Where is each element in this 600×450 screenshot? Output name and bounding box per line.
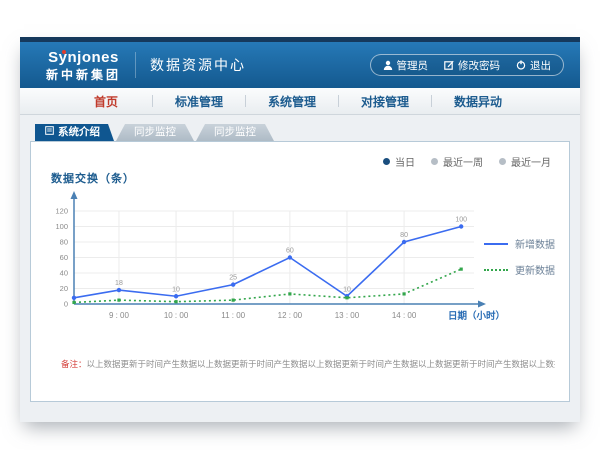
range-option-last-month[interactable]: 最近一月 (499, 154, 551, 169)
range-label: 当日 (395, 154, 415, 169)
page-title: 数据资源中心 (150, 55, 246, 75)
legend-label: 更新数据 (515, 262, 555, 277)
header-divider (135, 52, 136, 78)
range-label: 最近一月 (511, 154, 551, 169)
svg-text:18: 18 (115, 280, 123, 287)
time-range-group: 当日 最近一周 最近一月 (383, 154, 551, 169)
tab-sync-monitor-1[interactable]: 同步监控 (116, 124, 194, 141)
footnote-label: 备注： (61, 359, 87, 369)
brand-logo-text-en: Synjones (48, 50, 119, 65)
radio-dot-icon (383, 158, 390, 165)
user-icon (383, 60, 393, 70)
power-icon (516, 60, 526, 70)
tab-system-intro[interactable]: 系统介绍 (35, 124, 114, 141)
line-chart: 0 20 40 60 80 100 120 9 : 00 10 : 00 11 : 00 12 : … (39, 182, 509, 342)
brand-logo-text-cn: 新中新集团 (46, 69, 121, 81)
legend-item-updated-data[interactable]: 更新数据 (484, 262, 555, 277)
svg-text:100: 100 (455, 217, 467, 224)
svg-text:日期（小时）: 日期（小时） (448, 310, 505, 322)
footnote-text: 以上数据更新于时间产生数据以上数据更新于时间产生数据以上数据更新于时间产生数据以… (87, 359, 555, 369)
change-password-button[interactable]: 修改密码 (444, 58, 500, 73)
nav-item-standard-mgmt[interactable]: 标准管理 (153, 93, 245, 110)
svg-text:100: 100 (55, 222, 68, 231)
dotted-line-swatch-icon (484, 269, 508, 271)
svg-text:11 : 00: 11 : 00 (221, 311, 245, 320)
svg-text:10: 10 (172, 286, 180, 293)
tab-label: 同步监控 (134, 126, 176, 138)
chart-legend: 新增数据 更新数据 (484, 236, 555, 288)
legend-label: 新增数据 (515, 236, 555, 251)
svg-text:60: 60 (60, 253, 68, 262)
nav-item-system-mgmt[interactable]: 系统管理 (246, 93, 338, 110)
svg-text:10 : 00: 10 : 00 (164, 311, 189, 320)
range-option-last-week[interactable]: 最近一周 (431, 154, 483, 169)
app-window: Synjones 新中新集团 数据资源中心 管理员 修改密码 (20, 37, 580, 421)
svg-text:80: 80 (400, 232, 408, 239)
svg-text:60: 60 (286, 248, 294, 255)
svg-text:120: 120 (55, 207, 68, 216)
main-nav: 首页 标准管理 系统管理 对接管理 数据异动 (20, 88, 580, 115)
chart-panel: 当日 最近一周 最近一月 数据交换（条） 0204060801001209 : … (30, 141, 570, 402)
user-name: 管理员 (397, 58, 429, 73)
logout-button[interactable]: 退出 (516, 58, 551, 73)
range-option-today[interactable]: 当日 (383, 154, 415, 169)
svg-text:80: 80 (60, 238, 68, 247)
user-menu[interactable]: 管理员 (383, 58, 429, 73)
nav-item-connect-mgmt[interactable]: 对接管理 (339, 93, 431, 110)
document-icon (45, 124, 54, 141)
tab-sync-monitor-2[interactable]: 同步监控 (196, 124, 274, 141)
tab-label: 同步监控 (214, 126, 256, 138)
solid-line-swatch-icon (484, 243, 508, 245)
brand-logo: Synjones 新中新集团 (46, 50, 135, 81)
radio-dot-icon (499, 158, 506, 165)
svg-text:14 : 00: 14 : 00 (392, 311, 417, 320)
change-password-label: 修改密码 (458, 58, 500, 73)
tab-bar: 系统介绍 同步监控 同步监控 (35, 124, 274, 141)
header: Synjones 新中新集团 数据资源中心 管理员 修改密码 (20, 42, 580, 88)
nav-item-home[interactable]: 首页 (60, 93, 152, 110)
range-label: 最近一周 (443, 154, 483, 169)
content-area: 系统介绍 同步监控 同步监控 当日 最近一周 (20, 115, 580, 422)
user-bar: 管理员 修改密码 退出 (370, 54, 565, 76)
legend-item-new-data[interactable]: 新增数据 (484, 236, 555, 251)
svg-text:10: 10 (343, 286, 351, 293)
footnote: 备注：以上数据更新于时间产生数据以上数据更新于时间产生数据以上数据更新于时间产生… (61, 358, 555, 370)
svg-text:40: 40 (60, 269, 68, 278)
svg-text:13 : 00: 13 : 00 (335, 311, 360, 320)
tab-label: 系统介绍 (58, 124, 100, 141)
svg-text:12 : 00: 12 : 00 (278, 311, 303, 320)
radio-dot-icon (431, 158, 438, 165)
svg-text:9 : 00: 9 : 00 (109, 311, 130, 320)
svg-text:0: 0 (64, 300, 68, 309)
svg-text:25: 25 (229, 275, 237, 282)
nav-item-data-change[interactable]: 数据异动 (432, 93, 524, 110)
edit-icon (444, 60, 454, 70)
logout-label: 退出 (530, 58, 551, 73)
svg-text:20: 20 (60, 284, 68, 293)
